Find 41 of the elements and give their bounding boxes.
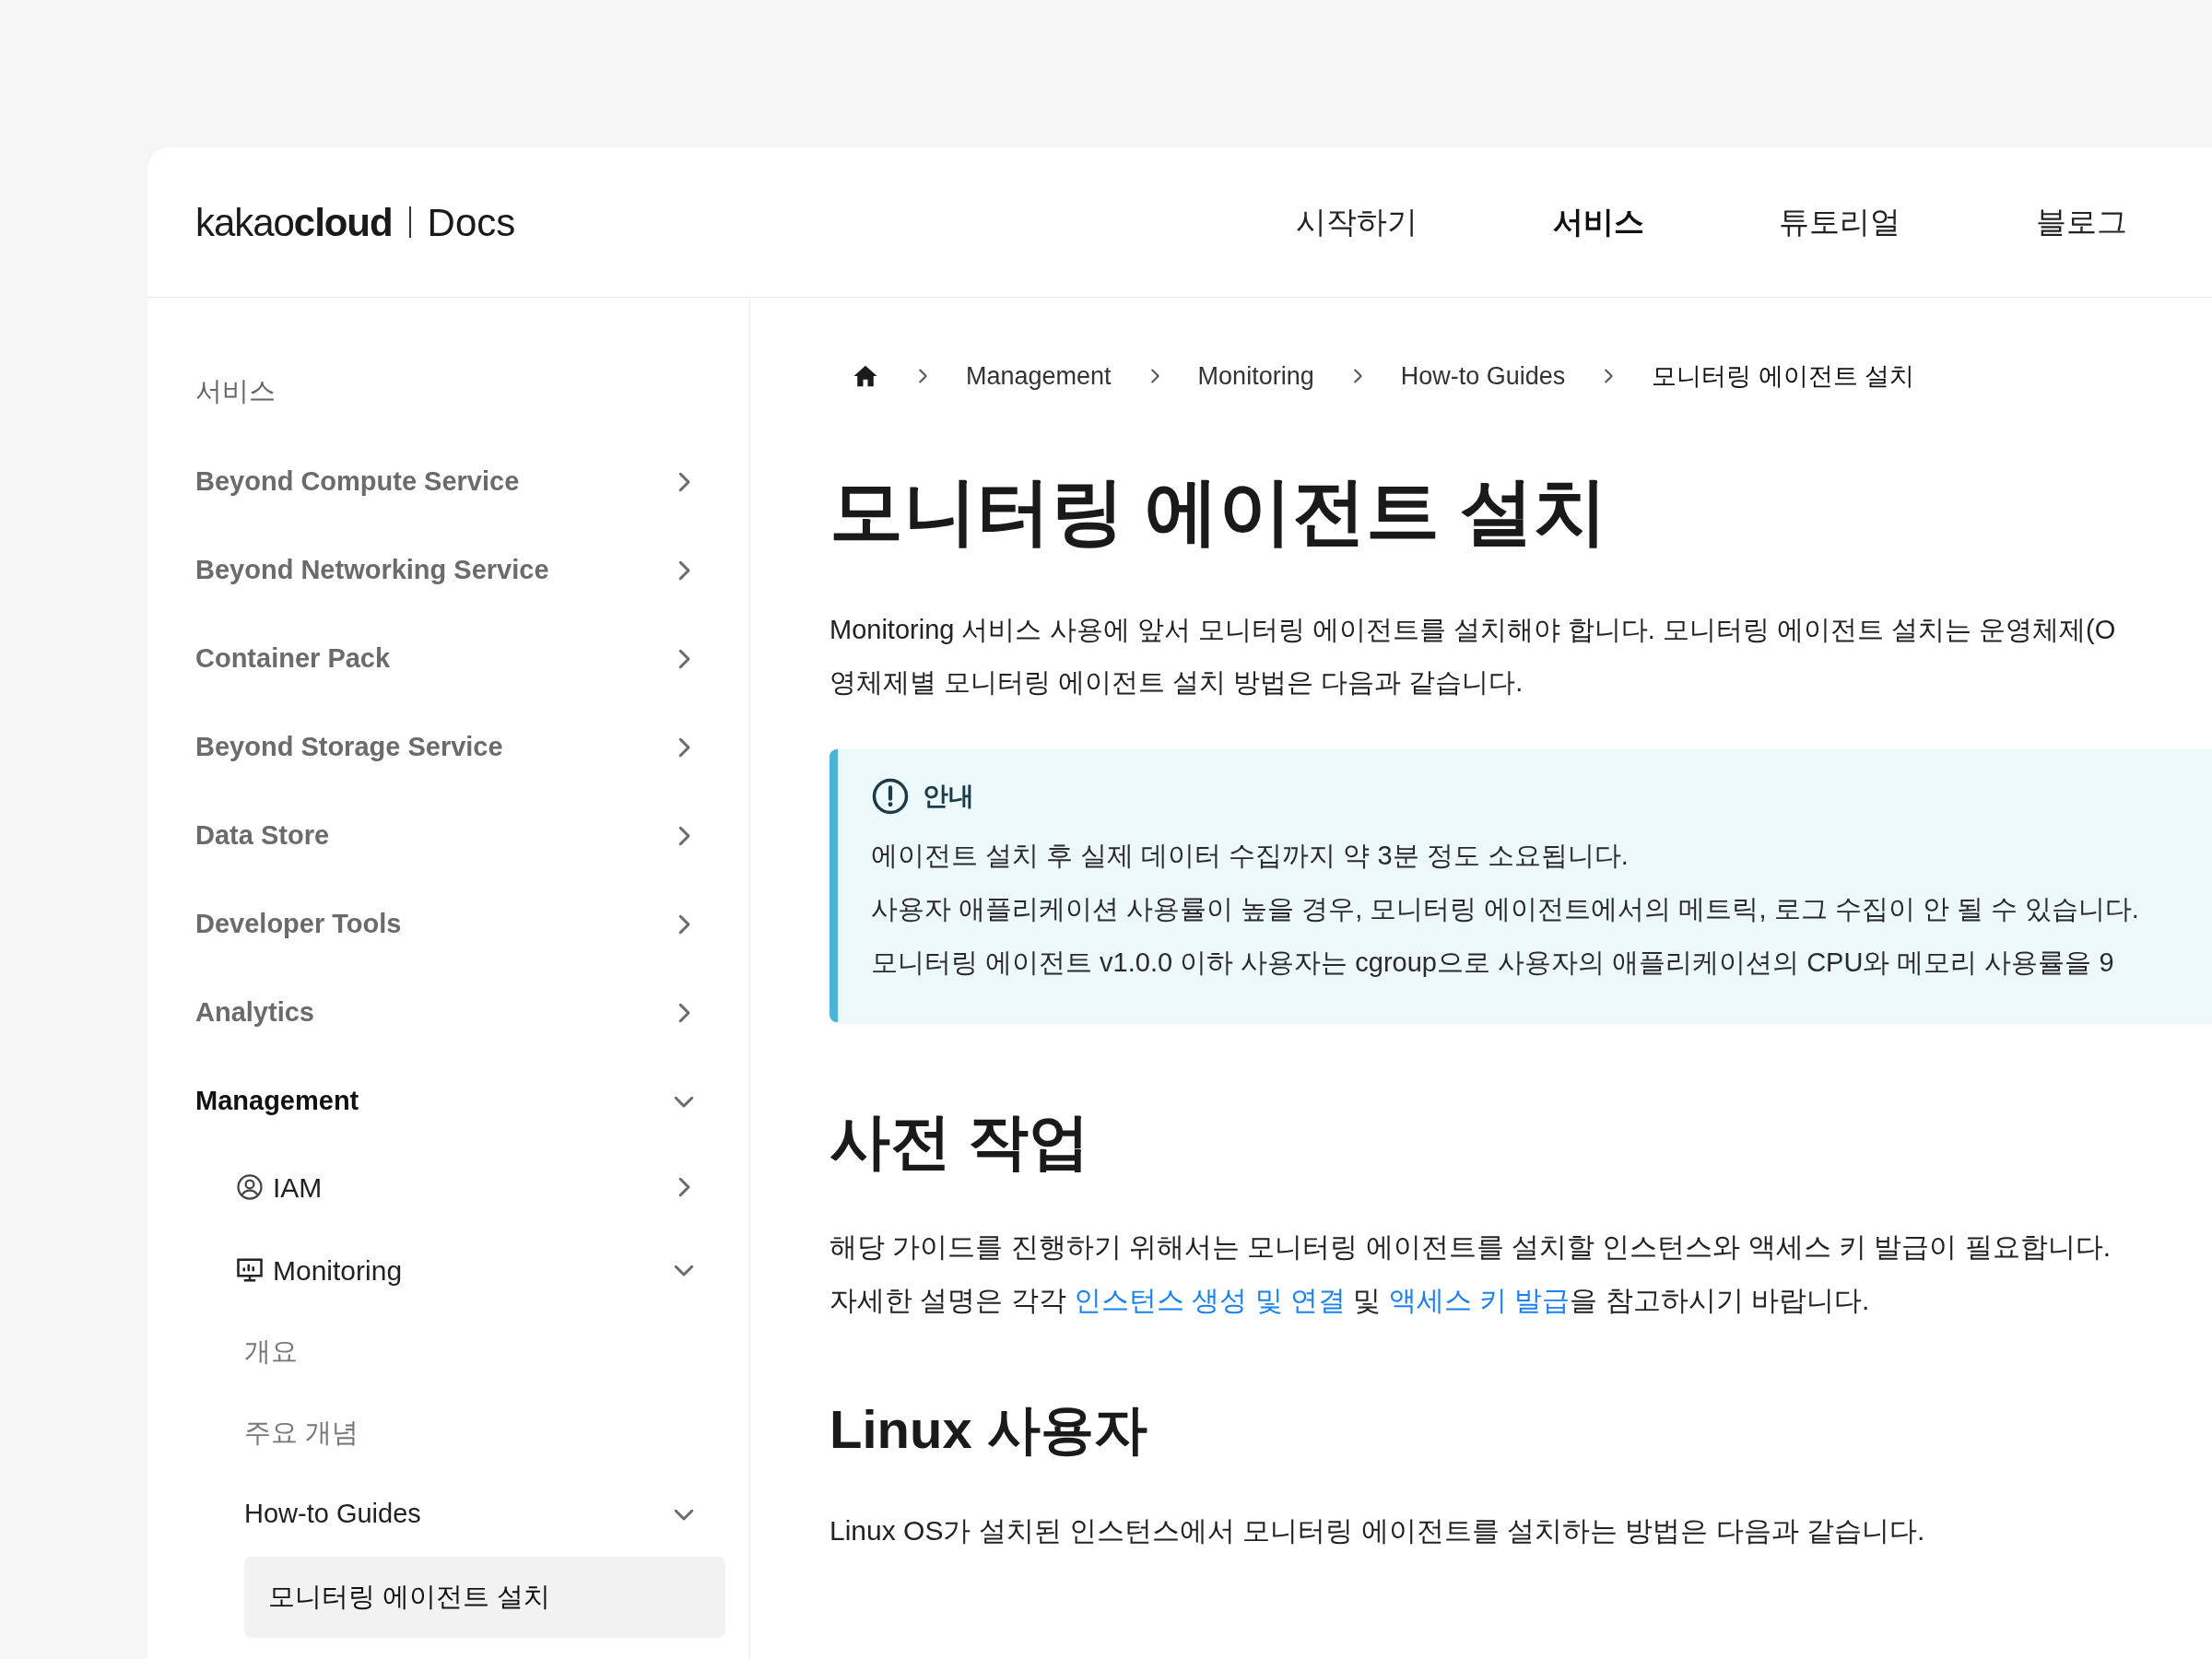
paragraph-line: Monitoring 서비스 사용에 앞서 모니터링 에이전트를 설치해야 합니다. 모니터링 에이전트 설치는 운영체제(O: [830, 614, 2117, 646]
notice-text: 모니터링 에이전트 v1.0.0 이하 사용자는 cgroup으로 사용자의 애플리케이션의 CPU와 메모리 사용률을 9: [871, 947, 2115, 979]
sidebar-item[interactable]: 주요 개념: [195, 1393, 725, 1474]
nav-link[interactable]: 블로그: [1960, 199, 2202, 245]
nav-link[interactable]: 튜토리얼: [1719, 199, 1960, 245]
sidebar-item[interactable]: Developer Tools: [195, 880, 725, 969]
notice-text: 에이전트 설치 후 실제 데이터 수집까지 약 3분 정도 소요됩니다.: [871, 840, 1630, 872]
sidebar-item[interactable]: Container Pack: [195, 615, 725, 703]
breadcrumb-current: 모니터링 에이전트 설치: [1652, 360, 1915, 392]
monitor-icon: [236, 1256, 264, 1284]
sidebar-item[interactable]: Data Store: [195, 792, 725, 880]
link[interactable]: 인스턴스 생성 및 연결: [1074, 1285, 1347, 1316]
logo-suffix[interactable]: Docs: [427, 193, 516, 252]
sidebar-item[interactable]: 개요: [195, 1312, 725, 1393]
nav-link[interactable]: 시작하기: [1236, 199, 1477, 245]
sidebar-item[interactable]: How-to Guides: [195, 1474, 725, 1555]
sidebar-item[interactable]: Monitoring: [195, 1229, 725, 1312]
sidebar-item[interactable]: Beyond Storage Service: [195, 703, 725, 792]
breadcrumb-link[interactable]: Management: [966, 357, 1112, 395]
sidebar-item[interactable]: Beyond Compute Service: [195, 438, 725, 526]
notice-title: 안내: [923, 781, 974, 812]
sidebar-item[interactable]: IAM: [195, 1146, 725, 1229]
notice-text: 사용자 애플리케이션 사용률이 높을 경우, 모니터링 에이전트에서의 메트릭, 로그 수집이 안 될 수 있습니다.: [871, 893, 2140, 925]
section-heading: 사전 작업: [830, 1106, 1091, 1177]
breadcrumb-link[interactable]: Monitoring: [1197, 357, 1314, 395]
paragraph: 해당 가이드를 진행하기 위해서는 모니터링 에이전트를 설치할 인스턴스와 액세스 키 발급이 필요합니다. 자세한 설명은 각각 인스턴스 생성 및 연결 및 액세스 키 발급을 참고하시기 바랍니다.: [830, 1230, 2112, 1318]
breadcrumb-link[interactable]: How-to Guides: [1400, 357, 1566, 395]
nav-link[interactable]: 서비스: [1477, 199, 1719, 245]
sidebar-item[interactable]: Management: [195, 1057, 725, 1146]
page-title: 모니터링 에이전트 설치: [830, 469, 1609, 554]
sidebar-item[interactable]: Beyond Networking Service: [195, 526, 725, 615]
sidebar-heading: 서비스: [195, 375, 276, 408]
paragraph-line: 영체제별 모니터링 에이전트 설치 방법은 다음과 같습니다.: [830, 666, 1524, 699]
paragraph: Linux OS가 설치된 인스턴스에서 모니터링 에이전트를 설치하는 방법은 다음과 같습니다.: [830, 1513, 1926, 1547]
info-icon: [871, 777, 910, 816]
section-heading: Linux 사용자: [830, 1398, 1148, 1462]
user-icon: [236, 1173, 264, 1201]
sidebar-item[interactable]: 모니터링 에이전트 설치: [244, 1557, 725, 1638]
link[interactable]: 액세스 키 발급: [1388, 1285, 1571, 1316]
sidebar-item[interactable]: Analytics: [195, 969, 725, 1057]
logo[interactable]: kakaocloud: [195, 193, 393, 252]
